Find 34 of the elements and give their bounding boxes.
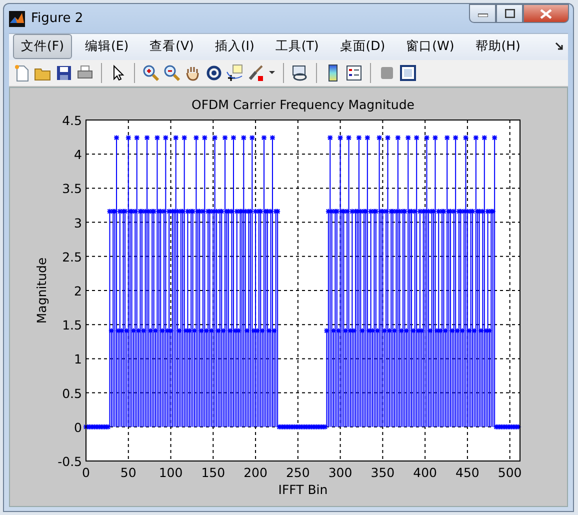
x-tick-label: 450	[456, 465, 480, 480]
menu-item[interactable]: 插入(I)	[206, 34, 262, 60]
y-tick-label: 0.5	[62, 386, 82, 401]
menu-item[interactable]: 编辑(E)	[76, 34, 137, 60]
x-axis-label: IFFT Bin	[278, 482, 328, 497]
y-tick-label: 2	[74, 284, 82, 298]
y-axis-label: Magnitude	[34, 257, 49, 324]
menu-item[interactable]: 桌面(D)	[332, 34, 394, 60]
menu-item[interactable]: 查看(V)	[142, 34, 202, 60]
y-tick-label: 4	[74, 147, 82, 162]
x-tick-label: 150	[201, 465, 226, 480]
x-tick-label: 200	[244, 465, 268, 480]
y-tick-label: 0	[74, 420, 82, 435]
x-tick-label: 50	[120, 465, 136, 480]
window-title: Figure 2	[31, 11, 84, 26]
x-tick-label: 100	[158, 465, 183, 480]
y-tick-label: 2.5	[62, 249, 82, 264]
x-tick-label: 250	[286, 465, 310, 480]
chart-title: OFDM Carrier Frequency Magnitude	[192, 97, 414, 112]
menu-item[interactable]: 文件(F)	[13, 34, 72, 60]
menu-item[interactable]: 窗口(W)	[398, 34, 462, 60]
y-tick-label: 3	[74, 215, 82, 230]
x-tick-label: 0	[82, 465, 90, 480]
menu-item[interactable]: 帮助(H)	[467, 34, 528, 60]
x-tick-label: 300	[328, 465, 352, 480]
y-tick-label: 3.5	[62, 181, 82, 196]
y-tick-label: 1.5	[62, 318, 82, 333]
menu-item[interactable]: 工具(T)	[267, 34, 327, 60]
x-tick-label: 350	[370, 465, 395, 480]
y-tick-label: -0.5	[58, 454, 82, 469]
x-tick-label: 400	[413, 465, 437, 480]
y-tick-label: 4.5	[62, 113, 82, 128]
y-tick-label: 1	[74, 352, 82, 367]
x-tick-label: 500	[498, 465, 522, 480]
